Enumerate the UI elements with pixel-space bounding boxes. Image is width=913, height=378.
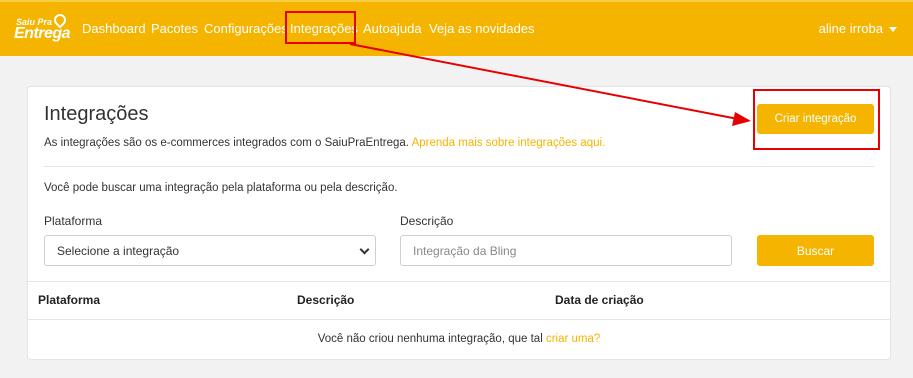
annotation-arrow-head <box>732 112 751 126</box>
annotation-arrow <box>349 43 751 126</box>
annotation-arrow-line <box>349 43 739 120</box>
